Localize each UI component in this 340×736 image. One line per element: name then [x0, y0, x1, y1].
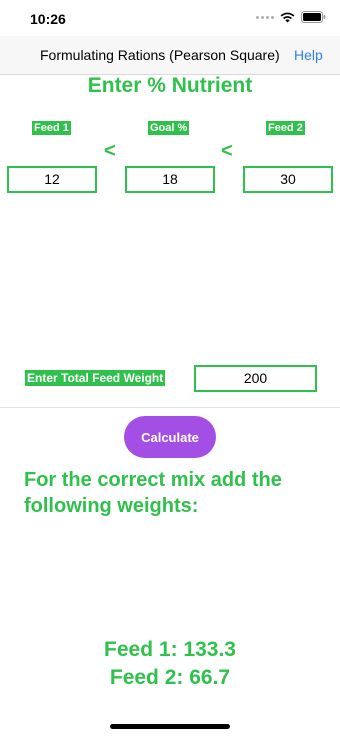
status-icons: [256, 11, 326, 23]
nav-title: Formulating Rations (Pearson Square): [40, 47, 280, 63]
total-weight-label: Enter Total Feed Weight: [25, 370, 166, 386]
feed2-input[interactable]: 30: [243, 166, 333, 193]
less-than-sign: <: [104, 140, 116, 162]
feed2-result: Feed 2: 66.7: [109, 666, 231, 689]
page-heading: Enter % Nutrient: [87, 74, 253, 97]
status-time: 10:26: [30, 11, 66, 27]
feed1-result: Feed 1: 133.3: [104, 638, 236, 661]
divider: [0, 407, 340, 408]
goal-input[interactable]: 18: [125, 166, 215, 193]
signal-icon: [256, 15, 274, 19]
home-indicator[interactable]: [110, 724, 230, 729]
feed1-input[interactable]: 12: [7, 166, 97, 193]
less-than-sign: <: [221, 140, 233, 162]
wifi-icon: [280, 12, 295, 22]
battery-icon: [301, 11, 326, 23]
calculate-button[interactable]: Calculate: [124, 416, 216, 458]
goal-label: Goal %: [148, 121, 190, 135]
total-weight-input[interactable]: 200: [194, 365, 317, 392]
feed1-label: Feed 1: [32, 121, 71, 135]
help-button[interactable]: Help: [294, 47, 323, 63]
result-message: For the correct mix add the following we…: [24, 469, 282, 517]
feed2-label: Feed 2: [266, 121, 305, 135]
